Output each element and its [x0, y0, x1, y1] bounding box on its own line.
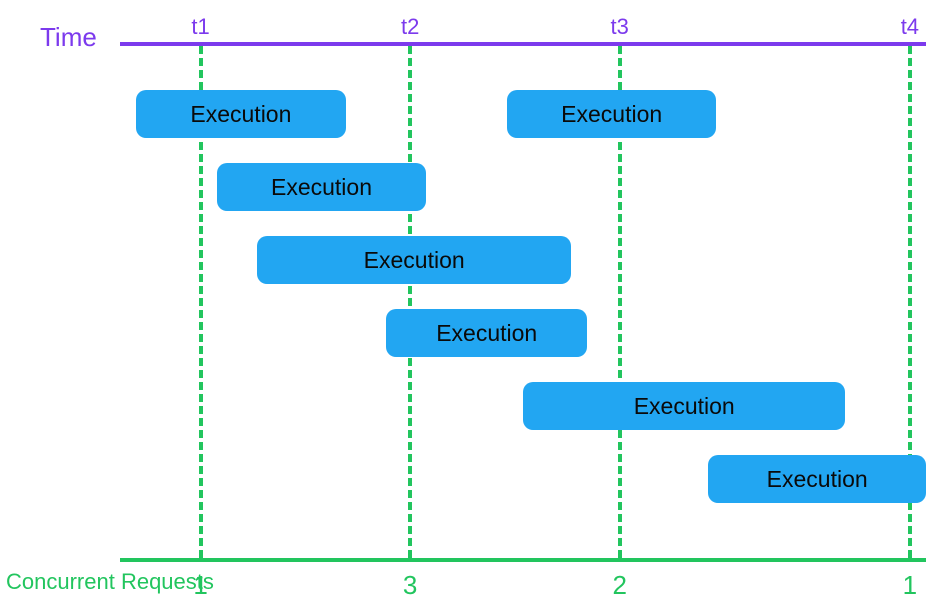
diagram-canvas: Time t1t2t3t4 ExecutionExecutionExecutio… — [0, 0, 936, 614]
time-tick-label: t1 — [191, 14, 209, 40]
time-tick-label: t3 — [611, 14, 629, 40]
concurrent-count-label: 1 — [193, 570, 207, 601]
time-ticks: t1 t2 t3 t4 — [120, 14, 926, 44]
execution-bar: Execution — [507, 90, 717, 138]
plot-area: Execution Execution Execution Execution Exec… — [120, 42, 926, 558]
execution-bar: Execution — [136, 90, 346, 138]
time-marker-line — [408, 46, 412, 558]
concurrent-ticks: 1 3 2 1 — [120, 570, 926, 600]
execution-bar: Execution — [708, 455, 926, 503]
concurrent-axis — [120, 558, 926, 562]
concurrent-count-label: 2 — [612, 570, 626, 601]
execution-bar: Execution — [257, 236, 571, 284]
concurrent-count-label: 1 — [903, 570, 917, 601]
time-tick-label: t2 — [401, 14, 419, 40]
time-tick-label: t4 — [901, 14, 919, 40]
execution-bar: Execution — [217, 163, 427, 211]
time-axis-label: Time — [40, 22, 97, 53]
execution-bar: Execution — [523, 382, 845, 430]
execution-bar: Execution — [386, 309, 588, 357]
concurrent-count-label: 3 — [403, 570, 417, 601]
